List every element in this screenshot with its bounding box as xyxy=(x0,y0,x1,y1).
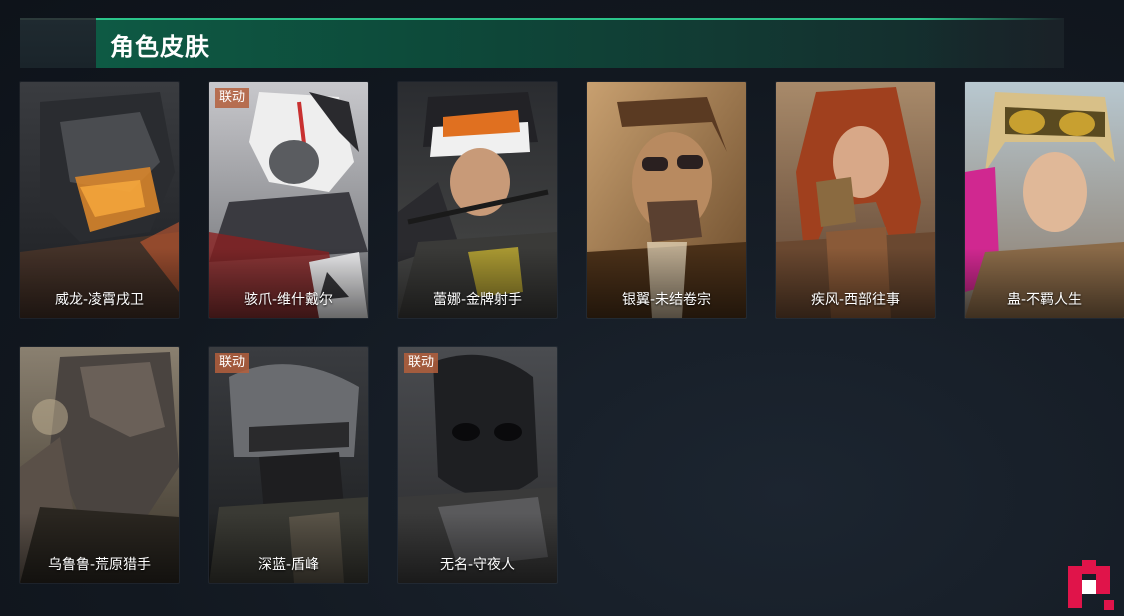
collab-badge: 联动 xyxy=(215,88,250,108)
header-bar: 角色皮肤 xyxy=(96,18,1064,68)
skin-name: 威龙-凌霄戌卫 xyxy=(54,292,145,308)
skin-card-haizhua[interactable]: 联动 骇爪-维什戴尔 xyxy=(209,82,368,318)
section-header: 角色皮肤 xyxy=(20,18,1064,68)
skin-name: 疾风-西部往事 xyxy=(810,292,901,308)
skin-card-yinyi[interactable]: 银翼-未结卷宗 xyxy=(587,82,746,318)
skin-name: 银翼-未结卷宗 xyxy=(621,292,712,308)
section-title: 角色皮肤 xyxy=(110,32,210,61)
skin-name: 无名-守夜人 xyxy=(439,557,516,573)
skin-name: 乌鲁鲁-荒原猎手 xyxy=(47,557,152,573)
header-accent-block xyxy=(20,18,96,68)
skin-name: 深蓝-盾峰 xyxy=(257,557,320,573)
collab-badge: 联动 xyxy=(215,353,250,373)
skin-name: 蛊-不羁人生 xyxy=(1006,292,1083,308)
skin-card-shenlan[interactable]: 联动 深蓝-盾峰 xyxy=(209,347,368,583)
corner-logo-icon xyxy=(1068,560,1114,610)
skin-name: 骇爪-维什戴尔 xyxy=(243,292,334,308)
skin-grid: 威龙-凌霄戌卫 联动 骇爪-维什戴尔 蕾娜-金牌射手 银翼-未结卷宗 疾风-西部… xyxy=(20,82,1124,583)
skin-card-leina[interactable]: 蕾娜-金牌射手 xyxy=(398,82,557,318)
skins-page: 角色皮肤 威龙-凌霄戌卫 联动 骇爪-维什戴尔 蕾娜-金牌射手 银翼-未结卷宗 … xyxy=(0,0,1124,616)
skin-card-wuming[interactable]: 联动 无名-守夜人 xyxy=(398,347,557,583)
skin-name: 蕾娜-金牌射手 xyxy=(432,292,523,308)
skin-card-wululu[interactable]: 乌鲁鲁-荒原猎手 xyxy=(20,347,179,583)
header-fade xyxy=(920,18,1064,68)
skin-card-jifeng[interactable]: 疾风-西部往事 xyxy=(776,82,935,318)
collab-badge: 联动 xyxy=(404,353,439,373)
skin-card-weilong[interactable]: 威龙-凌霄戌卫 xyxy=(20,82,179,318)
skin-card-gu[interactable]: 蛊-不羁人生 xyxy=(965,82,1124,318)
